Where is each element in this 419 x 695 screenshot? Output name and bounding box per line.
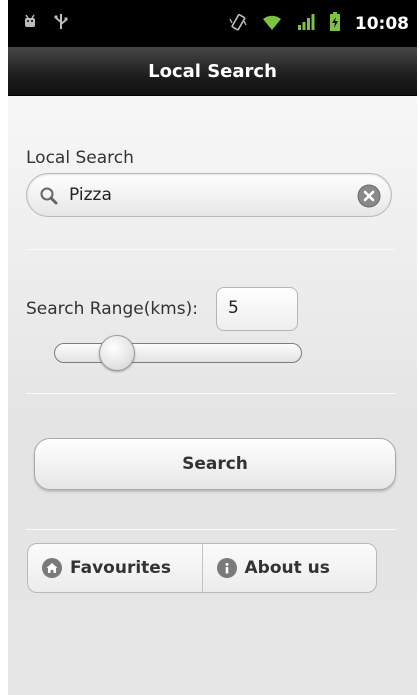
usb-icon	[54, 12, 68, 34]
clear-icon[interactable]	[357, 184, 381, 208]
about-us-label: About us	[244, 558, 330, 578]
range-input[interactable]: 5	[216, 287, 298, 331]
bottom-segmented-control: Favourites About us	[27, 543, 377, 593]
search-icon	[39, 186, 59, 210]
search-value: Pizza	[69, 185, 112, 205]
search-button[interactable]: Search	[34, 438, 396, 490]
main-content: Local Search Pizza Search Range(kms): 5 …	[8, 96, 417, 695]
divider	[26, 393, 396, 394]
status-bar: 10:08	[8, 0, 417, 47]
divider	[26, 249, 396, 250]
page-title: Local Search	[148, 60, 277, 82]
signal-icon	[297, 13, 315, 35]
wifi-icon	[261, 13, 283, 35]
search-input[interactable]: Pizza	[26, 173, 392, 217]
range-slider-track[interactable]	[54, 343, 302, 363]
clock: 10:08	[354, 14, 409, 34]
range-slider-thumb[interactable]	[99, 335, 136, 371]
about-us-button[interactable]: About us	[201, 544, 377, 592]
favourites-button[interactable]: Favourites	[28, 544, 202, 592]
search-label: Local Search	[26, 148, 134, 168]
favourites-label: Favourites	[70, 558, 171, 578]
range-label: Search Range(kms):	[26, 299, 198, 319]
title-bar: Local Search	[8, 47, 417, 96]
home-icon	[42, 558, 62, 578]
info-icon	[216, 558, 237, 578]
phone-screen: 10:08 Local Search Local Search Pizza Se…	[8, 0, 417, 695]
battery-charging-icon	[329, 12, 341, 36]
divider	[26, 529, 396, 530]
android-debug-icon	[22, 13, 38, 33]
vibrate-icon	[229, 13, 247, 35]
